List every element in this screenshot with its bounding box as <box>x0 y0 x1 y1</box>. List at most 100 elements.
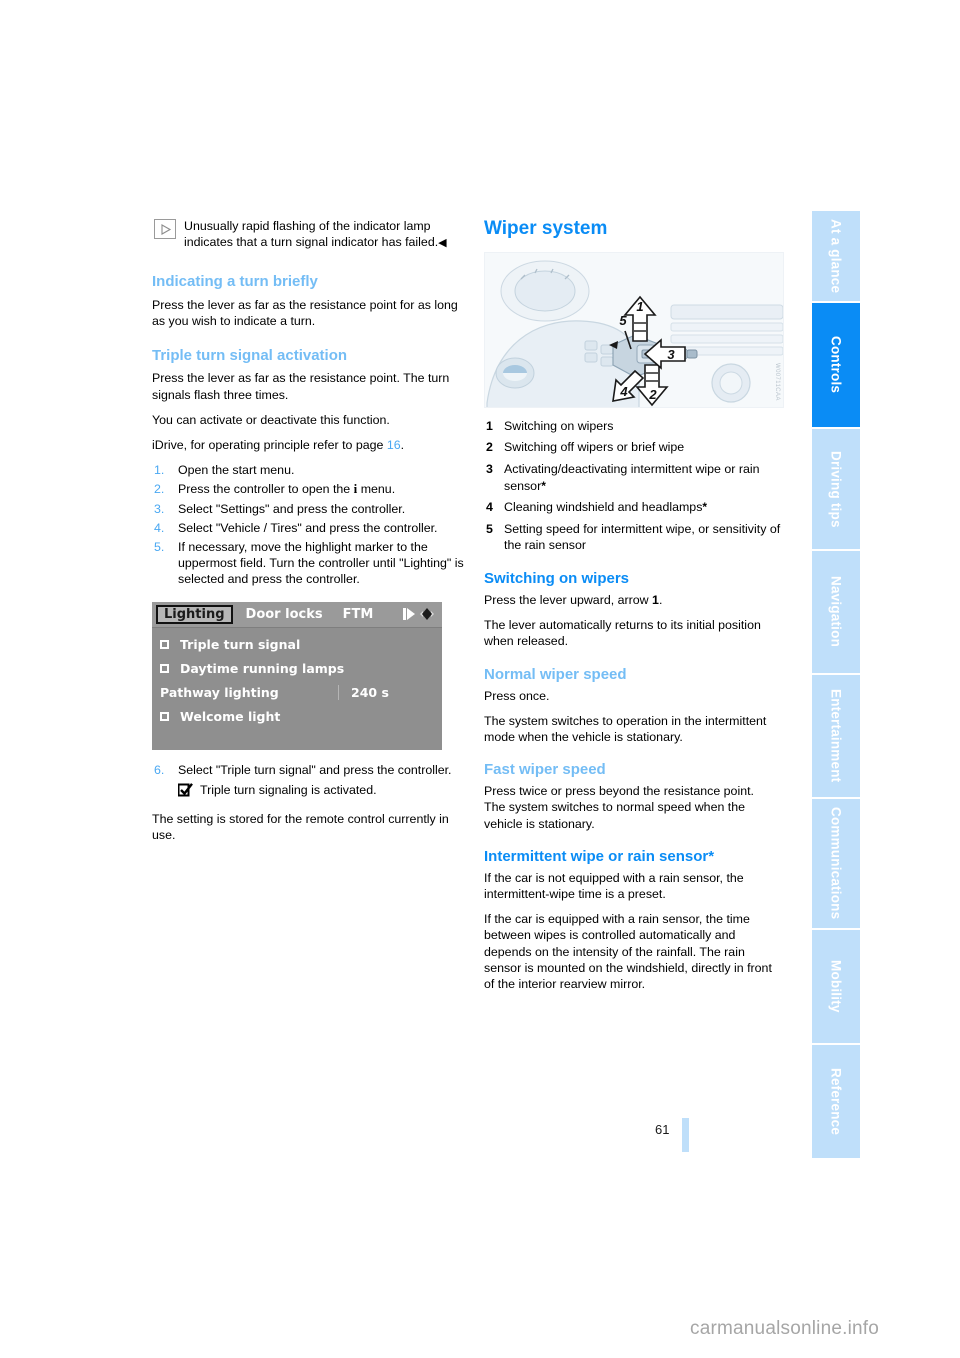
legend-number: 2 <box>486 440 493 455</box>
row-value: 240 s <box>338 685 434 701</box>
step-number: 3. <box>154 501 165 516</box>
sidebar-tab-controls[interactable]: Controls <box>812 303 860 429</box>
tab-label: Mobility <box>828 960 844 1013</box>
checkbox-icon[interactable] <box>160 640 169 650</box>
paragraph-remote-control-note: The setting is stored for the remote con… <box>152 811 449 842</box>
paragraph-normal-p2: The system switches to operation in the … <box>484 713 767 745</box>
sidebar-tab-at-a-glance[interactable]: At a glance <box>812 211 860 303</box>
paragraph-intermittent-p2: If the car is equipped with a rain senso… <box>484 912 772 992</box>
checkbox-icon[interactable] <box>160 664 169 674</box>
step-text: Select "Vehicle / Tires" and press the c… <box>178 520 438 535</box>
page-number-bar <box>682 1118 689 1152</box>
idrive-nav-icons <box>403 606 438 622</box>
note-block: Unusually rapid flashing of the indicato… <box>152 218 464 251</box>
left-text-column: Unusually rapid flashing of the indicato… <box>152 218 464 852</box>
idrive-tab-lighting[interactable]: Lighting <box>156 604 233 624</box>
paragraph-intermittent-p1: If the car is not equipped with a rain s… <box>484 870 744 902</box>
sidebar-tab-mobility[interactable]: Mobility <box>812 930 860 1045</box>
controller-knob-icon <box>420 608 434 621</box>
manual-page: At a glance Controls Driving tips Naviga… <box>0 0 960 1358</box>
idrive-option-rows: Triple turn signal Daytime running lamps… <box>152 628 442 729</box>
triangle-outline-icon <box>154 219 176 239</box>
legend-number: 1 <box>486 418 493 433</box>
step-item: 4. Select "Vehicle / Tires" and press th… <box>152 520 464 536</box>
tab-label: Controls <box>828 336 844 394</box>
right-text-column: Wiper system 1 2 3 4 5 W00711CAA 1 Switc… <box>484 218 784 1001</box>
paragraph-triple-p1: Press the lever as far as the resistance… <box>152 371 450 402</box>
checkbox-icon[interactable] <box>160 712 169 722</box>
page-cross-reference-link[interactable]: 16 <box>387 438 401 452</box>
legend-number: 5 <box>486 521 493 536</box>
step-item: 1. Open the start menu. <box>152 462 464 478</box>
legend-item: 3 Activating/deactivating intermittent w… <box>484 461 784 494</box>
tab-label: Communications <box>828 807 844 920</box>
paragraph-fast-p1: Press twice or press beyond the resistan… <box>484 784 754 799</box>
note-text: Unusually rapid flashing of the indicato… <box>152 218 464 251</box>
idrive-row-daytime-running-lamps[interactable]: Daytime running lamps <box>152 657 442 681</box>
legend-text: Switching off wipers or brief wipe <box>504 440 685 455</box>
step-item: 2. Press the controller to open the i me… <box>152 481 464 497</box>
sidebar-tab-navigation[interactable]: Navigation <box>812 551 860 675</box>
arrow-reference: 1 <box>652 593 659 607</box>
sidebar-tab-reference[interactable]: Reference <box>812 1045 860 1158</box>
idrive-row-welcome-light[interactable]: Welcome light <box>152 705 442 729</box>
heading-switching-on-wipers: Switching on wipers <box>484 570 630 587</box>
legend-text: Switching on wipers <box>504 418 614 433</box>
heading-normal-wiper-speed: Normal wiper speed <box>484 665 627 683</box>
xref-suffix: . <box>400 437 405 452</box>
idrive-tab-bar: Lighting Door locks FTM <box>152 601 442 628</box>
idrive-row-triple-turn-signal[interactable]: Triple turn signal <box>152 633 442 657</box>
sidebar-tab-communications[interactable]: Communications <box>812 799 860 930</box>
xref-prefix: iDrive, for operating principle refer to… <box>152 437 387 452</box>
tab-label: Reference <box>828 1067 844 1136</box>
tab-label: At a glance <box>828 218 844 294</box>
wiper-stalk-illustration: 1 2 3 4 5 W00711CAA <box>484 251 784 408</box>
step-item: 5. If necessary, move the highlight mark… <box>152 539 464 588</box>
sidebar-tab-entertainment[interactable]: Entertainment <box>812 675 860 799</box>
svg-text:3: 3 <box>667 347 675 362</box>
step-text-tail: menu. <box>357 482 396 497</box>
idrive-tab-ftm[interactable]: FTM <box>336 605 381 624</box>
next-arrow-icon <box>403 608 415 621</box>
optional-equipment-asterisk: * <box>702 500 708 515</box>
idrive-row-pathway-lighting[interactable]: Pathway lighting 240 s <box>152 681 442 705</box>
page-title-wiper-system: Wiper system <box>484 218 608 239</box>
legend-number: 4 <box>486 500 493 515</box>
note-text-value: Unusually rapid flashing of the indicato… <box>184 219 439 250</box>
step-text: Select "Triple turn signal" and press th… <box>178 762 452 777</box>
chapter-tab-rail: At a glance Controls Driving tips Naviga… <box>812 211 860 1160</box>
result-text: Triple turn signaling is activated. <box>200 782 377 797</box>
text-before: Press the lever upward, arrow <box>484 593 653 607</box>
paragraph-triple-p2: You can activate or deactivate this func… <box>152 412 390 427</box>
legend-text: Setting speed for intermittent wipe, or … <box>504 521 781 553</box>
sidebar-tab-driving-tips[interactable]: Driving tips <box>812 429 860 551</box>
procedure-step-list-continued: 6. Select "Triple turn signal" and press… <box>152 762 464 778</box>
step-item: 3. Select "Settings" and press the contr… <box>152 501 464 517</box>
step-number: 5. <box>154 539 165 554</box>
row-label: Triple turn signal <box>180 637 301 653</box>
step-item: 6. Select "Triple turn signal" and press… <box>152 762 464 778</box>
tab-label: Navigation <box>828 576 844 648</box>
wiper-figure-svg: 1 2 3 4 5 <box>485 252 783 407</box>
row-label: Pathway lighting <box>160 685 279 701</box>
idrive-tab-door-locks[interactable]: Door locks <box>239 605 330 624</box>
legend-item: 1 Switching on wipers <box>484 418 784 435</box>
tab-label: Entertainment <box>828 689 844 783</box>
paragraph-fast-p2: The system switches to normal speed when… <box>484 800 746 831</box>
heading-fast-wiper-speed: Fast wiper speed <box>484 761 606 779</box>
step-number: 4. <box>154 520 165 535</box>
step-number: 6. <box>154 762 165 777</box>
paragraph-switching-p1: Press the lever upward, arrow 1. <box>484 592 784 608</box>
step-text: Press the controller to open the <box>178 482 354 497</box>
step-text: Open the start menu. <box>178 463 295 478</box>
step-text: If necessary, move the highlight marker … <box>178 539 464 587</box>
legend-item: 4 Cleaning windshield and headlamps* <box>484 499 784 516</box>
heading-indicating-turn-briefly: Indicating a turn briefly <box>152 273 318 291</box>
paragraph-indicating-body: Press the lever as far as the resistance… <box>152 297 458 328</box>
step-text: Select "Settings" and press the controll… <box>178 501 406 516</box>
step-number: 2. <box>154 482 165 497</box>
svg-text:1: 1 <box>636 299 643 314</box>
heading-triple-turn-signal-activation: Triple turn signal activation <box>152 347 348 365</box>
legend-item: 5 Setting speed for intermittent wipe, o… <box>484 521 784 554</box>
legend-item: 2 Switching off wipers or brief wipe <box>484 439 784 456</box>
